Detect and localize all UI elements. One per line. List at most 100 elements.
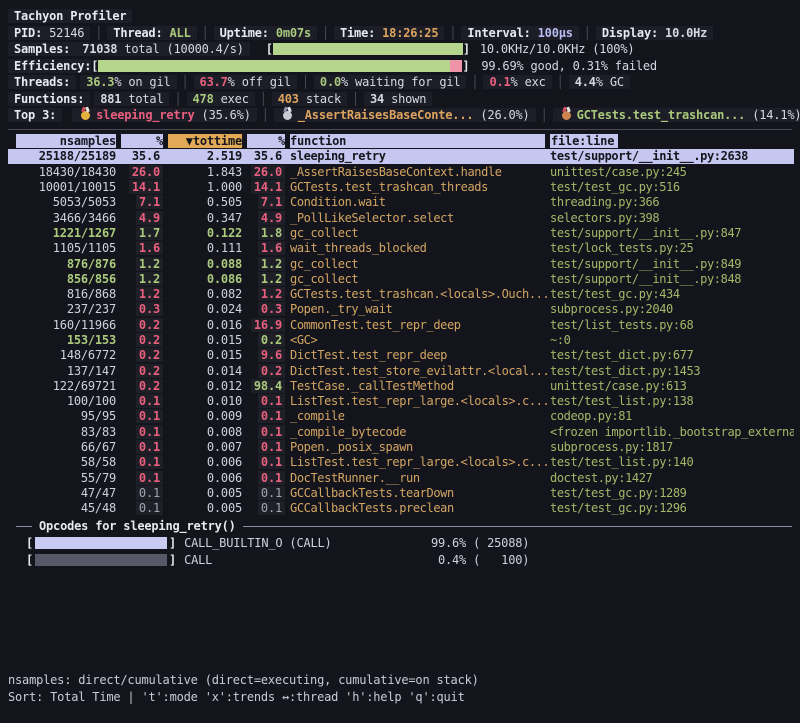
table-row[interactable]: 83/830.10.0080.1_compile_bytecode<frozen…: [8, 424, 794, 439]
table-row[interactable]: 160/119660.20.01616.9CommonTest.test_rep…: [8, 317, 794, 332]
cell-fileline: test/test_dict.py:1453: [550, 364, 794, 378]
column-header-function[interactable]: function: [290, 134, 545, 148]
time-stat: Time: 18:26:25: [334, 26, 444, 40]
table-row[interactable]: 47/470.10.0050.1GCCallbackTests.tearDown…: [8, 485, 794, 500]
opcodes-section-title: Opcodes for sleeping_retry(): [8, 518, 794, 535]
table-row[interactable]: 58/580.10.0060.1ListTest.test_repr_large…: [8, 455, 794, 470]
cell-function: sleeping_retry: [290, 149, 545, 163]
table-row[interactable]: 66/670.10.0070.1Popen._posix_spawnsubpro…: [8, 439, 794, 454]
table-row[interactable]: 10001/1001514.11.00014.1GCTests.test_tra…: [8, 179, 794, 194]
opcode-percent: 0.4%: [420, 553, 466, 567]
table-row[interactable]: 5053/50537.10.5057.1Condition.waitthread…: [8, 195, 794, 210]
table-row[interactable]: 3466/34664.90.3474.9_PollLikeSelector.se…: [8, 210, 794, 225]
table-row[interactable]: 137/1470.20.0140.2DictTest.test_store_ev…: [8, 363, 794, 378]
cell-fileline: test/support/__init__.py:849: [550, 257, 794, 271]
top3-function-name: sleeping_retry: [96, 108, 194, 122]
cell-pct: 0.3: [121, 302, 163, 316]
cell-pct: 0.1: [121, 455, 163, 469]
threads-row: Threads: 36.3% on gil│63.7% off gil│0.0%…: [8, 74, 794, 91]
cell-fileline: test/support/__init__.py:848: [550, 272, 794, 286]
thread-stat[interactable]: Thread: ALL: [107, 26, 196, 40]
cell-tottime: 2.519: [168, 149, 242, 163]
cell-function: DictTest.test_repr_deep: [290, 348, 545, 362]
bar-bracket: ]: [463, 42, 470, 56]
function-stat-value: 478: [193, 92, 214, 106]
table-row[interactable]: ▸25188/2518935.62.51935.6sleeping_retryt…: [8, 149, 794, 164]
table-row[interactable]: 1221/12671.70.1221.8gc_collecttest/suppo…: [8, 225, 794, 240]
cell-function: Condition.wait: [290, 195, 545, 209]
opcode-rows: []CALL_BUILTIN_O (CALL)99.6% ( 25088)[]C…: [8, 535, 794, 568]
page-title: Tachyon Profiler: [8, 9, 132, 23]
interval-stat: Interval: 100µs: [461, 26, 578, 40]
cell-function: _PollLikeSelector.select: [290, 211, 545, 225]
cell-fileline: subprocess.py:2040: [550, 302, 794, 316]
cell-pct: 1.6: [121, 241, 163, 255]
table-row[interactable]: 1105/11051.60.1111.6wait_threads_blocked…: [8, 241, 794, 256]
cell-tottime: 0.005: [168, 486, 242, 500]
function-stat-item: 34 shown: [364, 92, 432, 106]
column-header-fileline[interactable]: file:line: [550, 134, 794, 148]
silver-medal-icon: [283, 111, 292, 120]
cell-nsamples: 100/100: [16, 394, 116, 408]
thread-stat-item: 36.3% on gil: [80, 75, 176, 89]
bar-bracket: ]: [169, 536, 176, 550]
bar-bracket: ]: [462, 59, 469, 73]
cell-tottime: 0.024: [168, 302, 242, 316]
separator: │: [297, 75, 314, 89]
cell-tottime: 1.000: [168, 180, 242, 194]
top3-item[interactable]: sleeping_retry (35.6%): [72, 108, 257, 122]
function-stat-item: 478 exec: [187, 92, 255, 106]
cell-fileline: test/test_list.py:140: [550, 455, 794, 469]
table-row[interactable]: 856/8561.20.0861.2gc_collecttest/support…: [8, 271, 794, 286]
cell-nsamples: 18430/18430: [16, 165, 116, 179]
column-header-tottime-sorted[interactable]: ▼tottime: [168, 134, 242, 148]
efficiency-failed-bar: [450, 60, 462, 72]
separator: │: [197, 26, 214, 40]
top3-item[interactable]: GCTests.test_trashcan... (14.1%): [553, 108, 800, 122]
cell-cum-pct: 9.6: [247, 348, 285, 362]
cell-nsamples: 148/6772: [16, 348, 116, 362]
cell-tottime: 0.006: [168, 471, 242, 485]
table-row[interactable]: 122/697210.20.01298.4TestCase._callTestM…: [8, 378, 794, 393]
thread-stat-value: 4.4: [575, 75, 596, 89]
cell-pct: 0.2: [121, 348, 163, 362]
column-header-cum-pct[interactable]: %: [247, 134, 285, 148]
cell-function: TestCase._callTestMethod: [290, 379, 545, 393]
cell-function: Popen._posix_spawn: [290, 440, 545, 454]
function-stat-label: total: [121, 92, 163, 106]
cell-pct: 0.2: [121, 364, 163, 378]
cell-tottime: 0.082: [168, 287, 242, 301]
separator: │: [536, 108, 553, 122]
threads-label: Threads:: [8, 75, 76, 89]
cell-function: _compile: [290, 409, 545, 423]
table-row[interactable]: 45/480.10.0050.1GCCallbackTests.preclean…: [8, 501, 794, 516]
table-row[interactable]: 237/2370.30.0240.3Popen._try_waitsubproc…: [8, 302, 794, 317]
cell-function: _AssertRaisesBaseContext.handle: [290, 165, 545, 179]
cell-tottime: 0.111: [168, 241, 242, 255]
table-row[interactable]: 816/8681.20.0821.2GCTests.test_trashcan.…: [8, 286, 794, 301]
table-header-row: nsamples % ▼tottime % function file:line: [8, 134, 794, 149]
table-row[interactable]: 153/1530.20.0150.2<GC>~:0: [8, 332, 794, 347]
table-row[interactable]: 148/67720.20.0159.6DictTest.test_repr_de…: [8, 348, 794, 363]
table-row[interactable]: 18430/1843026.01.84326.0_AssertRaisesBas…: [8, 164, 794, 179]
top3-item[interactable]: _AssertRaisesBaseConte... (26.0%): [274, 108, 536, 122]
column-header-pct[interactable]: %: [121, 134, 163, 148]
table-row[interactable]: 95/950.10.0090.1_compilecodeop.py:81: [8, 409, 794, 424]
column-header-nsamples[interactable]: nsamples: [16, 134, 116, 148]
efficiency-good-bar: [98, 60, 450, 72]
cell-nsamples: 83/83: [16, 425, 116, 439]
table-row[interactable]: 100/1000.10.0100.1ListTest.test_repr_lar…: [8, 394, 794, 409]
cell-nsamples: 47/47: [16, 486, 116, 500]
table-row[interactable]: 55/790.10.0060.1DocTestRunner.__rundocte…: [8, 470, 794, 485]
top3-label: Top 3:: [8, 108, 62, 122]
thread-stat-label: % GC: [596, 75, 624, 89]
cell-pct: 0.2: [121, 379, 163, 393]
top3-items: sleeping_retry (35.6%) │_AssertRaisesBase…: [72, 108, 800, 122]
opcode-name: CALL_BUILTIN_O (CALL): [184, 536, 420, 550]
cell-nsamples: 816/868: [16, 287, 116, 301]
thread-stat-value: 63.7: [200, 75, 228, 89]
cell-tottime: 0.122: [168, 226, 242, 240]
separator: │: [255, 92, 272, 106]
cell-function: GCCallbackTests.tearDown: [290, 486, 545, 500]
table-row[interactable]: 876/8761.20.0881.2gc_collecttest/support…: [8, 256, 794, 271]
